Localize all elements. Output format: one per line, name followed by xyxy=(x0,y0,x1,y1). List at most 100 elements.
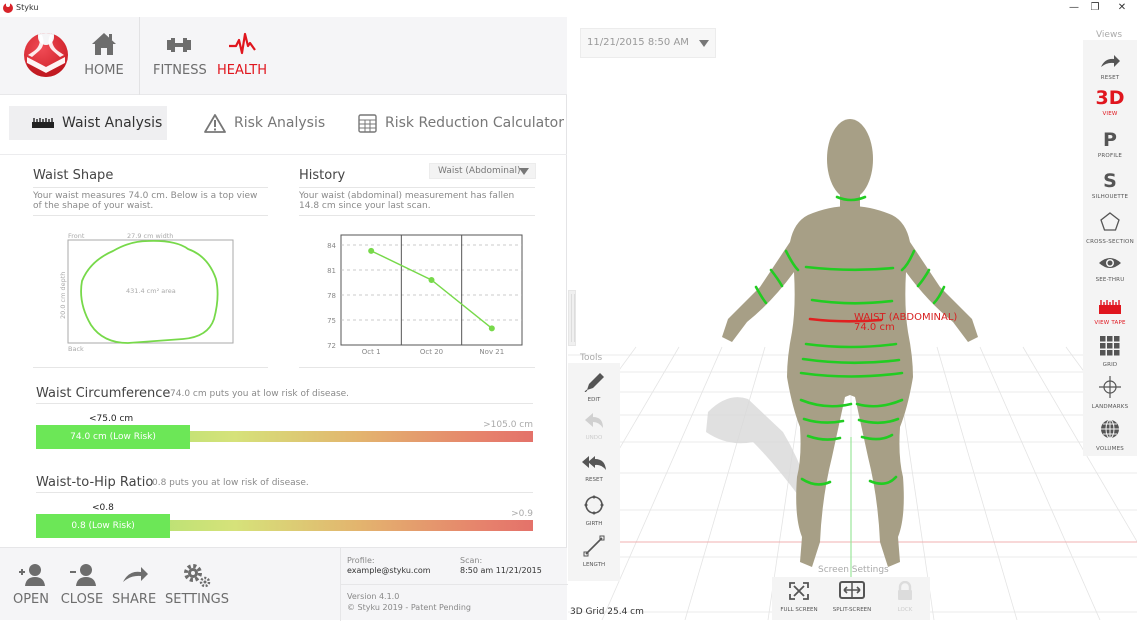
undo-icon xyxy=(585,413,603,428)
split-screen-button[interactable]: SPLIT-SCREEN xyxy=(826,581,878,613)
screen-settings-label: Screen Settings xyxy=(818,565,889,575)
scan-date-select[interactable]: 11/21/2015 8:50 AM xyxy=(580,28,716,58)
view-landmarks-button[interactable]: LANDMARKS xyxy=(1083,376,1137,410)
waist-shape-title: Waist Shape xyxy=(33,168,114,183)
nav-fitness[interactable]: FITNESS xyxy=(153,31,207,78)
view-silhouette-button[interactable]: S SILHOUETTE xyxy=(1083,170,1137,200)
share-arrow-icon xyxy=(123,567,148,582)
tab-risk-analysis-label: Risk Analysis xyxy=(234,115,326,131)
view-cross-section-button[interactable]: CROSS-SECTION xyxy=(1083,211,1137,245)
waist-shape-description: Your waist measures 74.0 cm. Below is a … xyxy=(33,191,258,211)
plot-frame xyxy=(340,234,523,346)
girth-icon xyxy=(584,495,604,515)
globe-icon xyxy=(1101,419,1119,439)
home-icon xyxy=(92,33,116,55)
divider xyxy=(299,187,535,188)
data-point xyxy=(428,277,435,283)
waist-circumference-title: Waist Circumference xyxy=(36,386,171,401)
close-button[interactable]: CLOSE xyxy=(60,562,104,607)
version-text: Version 4.1.0 xyxy=(347,592,400,601)
nav-home-label: HOME xyxy=(84,63,124,78)
views-label: Views xyxy=(1095,30,1123,40)
measurement-label: WAIST (ABDOMINAL) 74.0 cm xyxy=(854,313,957,333)
reset-arrow-icon xyxy=(1101,55,1120,67)
copyright-text: © Styku 2019 - Patent Pending xyxy=(347,603,471,612)
x-tick-label: Nov 21 xyxy=(479,348,504,356)
data-point xyxy=(488,325,495,332)
split-screen-icon xyxy=(839,581,865,599)
share-button[interactable]: SHARE xyxy=(112,562,156,607)
view-tape-button[interactable]: VIEW TAPE xyxy=(1083,299,1137,326)
divider xyxy=(33,215,268,216)
divider xyxy=(341,584,568,585)
tape-icon xyxy=(1099,300,1121,314)
tab-waist-analysis[interactable]: Waist Analysis xyxy=(9,106,167,140)
settings-button[interactable]: SETTINGS xyxy=(165,562,229,607)
view-3d-button[interactable]: 3D VIEW xyxy=(1083,87,1137,117)
scan-label: Scan: xyxy=(460,556,483,565)
view-volumes-button[interactable]: VOLUMES xyxy=(1083,418,1137,452)
view-reset-button[interactable]: RESET xyxy=(1083,53,1137,81)
body-model[interactable] xyxy=(722,119,978,567)
warning-icon xyxy=(204,113,226,133)
tool-girth-button[interactable]: GIRTH xyxy=(568,494,620,527)
profile-view-icon: P xyxy=(1103,129,1117,151)
series-line xyxy=(370,250,493,329)
history-title: History xyxy=(299,168,346,183)
view-see-thru-button[interactable]: SEE-THRU xyxy=(1083,255,1137,283)
tool-length-button[interactable]: LENGTH xyxy=(568,535,620,568)
front-label: Front xyxy=(68,232,85,240)
tool-edit-button[interactable]: EDIT xyxy=(568,370,620,403)
depth-label: 20.0 cm depth xyxy=(59,272,67,319)
whr-risk-bar: 0.8 (Low Risk) xyxy=(36,514,533,540)
3d-view-icon: 3D xyxy=(1095,87,1125,109)
fullscreen-icon xyxy=(789,582,809,600)
nav-health[interactable]: HEALTH xyxy=(216,31,268,78)
eye-icon xyxy=(1099,258,1121,268)
waist-shape-diagram: Front 27.9 cm width Back 20.0 cm depth 4… xyxy=(59,232,234,353)
app-logo-icon xyxy=(3,3,13,13)
3d-scene[interactable] xyxy=(568,17,1137,620)
restore-button[interactable]: ❐ xyxy=(1085,2,1105,13)
view-grid-button[interactable]: GRID xyxy=(1083,336,1137,368)
styku-logo[interactable] xyxy=(24,33,68,77)
health-panel: HOME FITNESS HEALTH Waist Analysis Risk … xyxy=(0,17,568,621)
waist-to-hip-title: Waist-to-Hip Ratio xyxy=(36,475,154,490)
y-tick-label: 75 xyxy=(327,317,336,325)
chevron-down-icon xyxy=(699,40,709,47)
panel-splitter-handle[interactable] xyxy=(568,290,576,346)
nav-home[interactable]: HOME xyxy=(84,31,124,78)
waist-to-hip-summary: 0.8 puts you at low risk of disease. xyxy=(152,478,309,488)
tool-reset-button[interactable]: RESET xyxy=(568,454,620,483)
profile-value: example@styku.com xyxy=(347,566,431,575)
pen-icon xyxy=(584,373,604,393)
logo-mark-icon xyxy=(27,35,65,77)
tool-undo-button[interactable]: UNDO xyxy=(568,412,620,441)
y-tick-label: 72 xyxy=(327,342,336,350)
close-window-button[interactable]: ✕ xyxy=(1112,2,1132,13)
3d-viewer[interactable]: WAIST (ABDOMINAL) 74.0 cm 11/21/2015 8:5… xyxy=(568,17,1137,620)
tools-label: Tools xyxy=(580,353,603,363)
main-nav: HOME FITNESS HEALTH xyxy=(0,17,567,95)
tab-risk-reduction-calculator[interactable]: Risk Reduction Calculator xyxy=(358,106,564,140)
add-user-icon xyxy=(19,564,45,586)
whr-low-threshold: <0.8 xyxy=(92,503,114,513)
open-button[interactable]: OPEN xyxy=(12,562,50,607)
nav-health-label: HEALTH xyxy=(216,63,268,78)
lock-button[interactable]: LOCK xyxy=(879,580,931,613)
divider xyxy=(299,215,535,216)
length-icon xyxy=(583,535,605,557)
view-profile-button[interactable]: P PROFILE xyxy=(1083,129,1137,159)
tab-risk-analysis[interactable]: Risk Analysis xyxy=(204,106,325,140)
x-tick-label: Oct 1 xyxy=(362,348,381,356)
minimize-button[interactable]: — xyxy=(1064,2,1084,13)
divider xyxy=(36,492,533,493)
x-tick-label: Oct 20 xyxy=(420,348,443,356)
y-tick-label: 78 xyxy=(327,292,336,300)
profile-label: Profile: xyxy=(347,556,375,565)
open-label: OPEN xyxy=(12,592,49,607)
settings-label: SETTINGS xyxy=(165,592,230,607)
history-measurement-select[interactable]: Waist (Abdominal) xyxy=(429,163,536,179)
full-screen-button[interactable]: FULL SCREEN xyxy=(773,581,825,613)
data-point xyxy=(368,247,375,254)
